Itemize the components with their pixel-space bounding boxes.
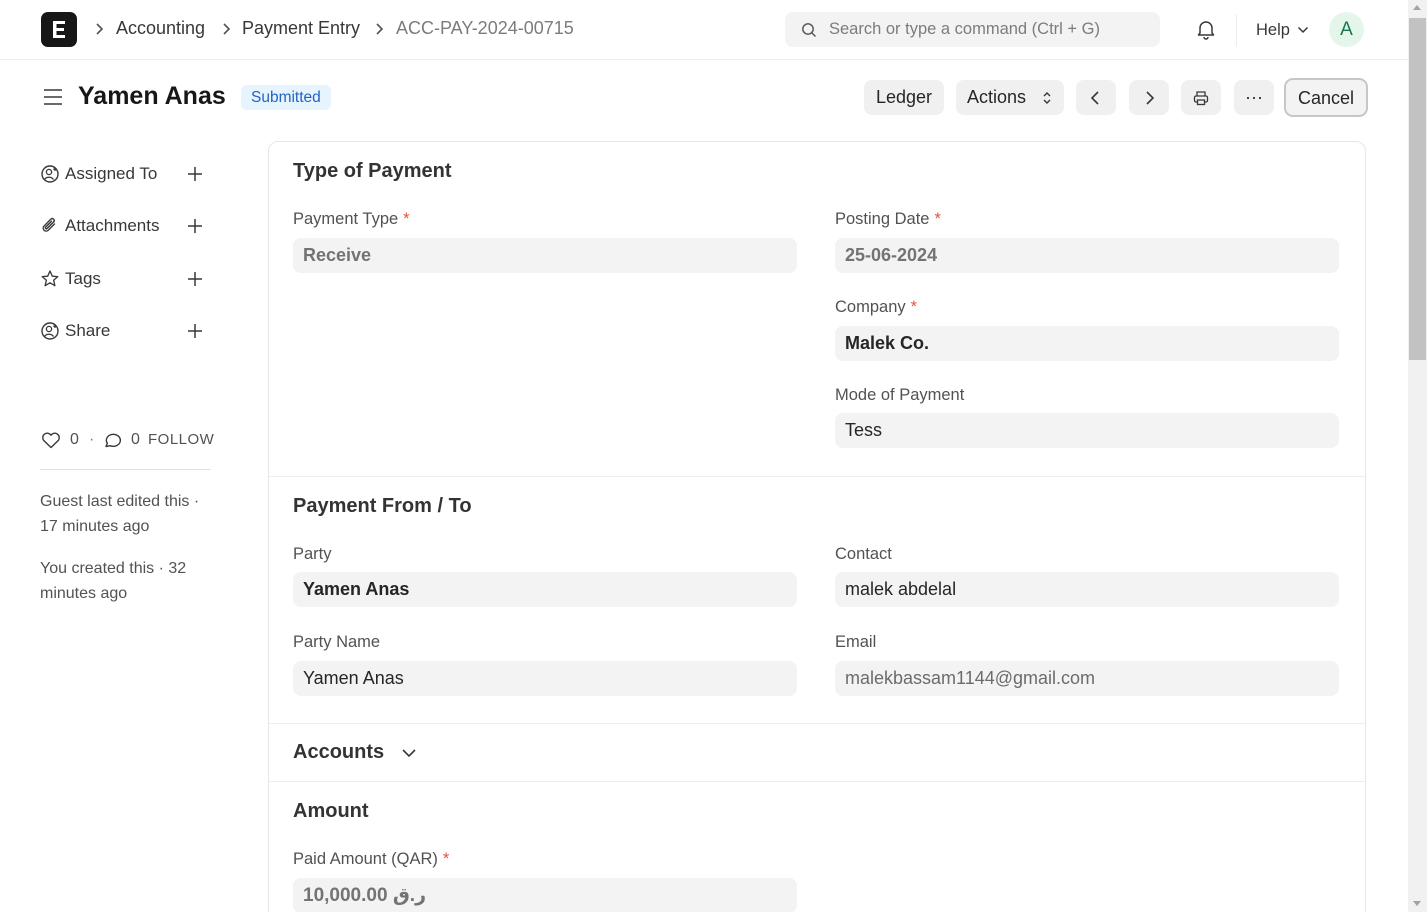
navbar: Accounting Payment Entry ACC-PAY-2024-00… [0, 0, 1408, 60]
scroll-up-arrow-icon[interactable] [1413, 5, 1421, 10]
actions-button-label: Actions [967, 87, 1027, 107]
sidebar-share[interactable]: Share [40, 319, 190, 343]
notification-bell-icon[interactable] [1195, 18, 1217, 40]
breadcrumb-accounting[interactable]: Accounting [116, 18, 205, 39]
party-label: Party [293, 545, 332, 563]
field-label-text: Paid Amount (QAR) [293, 850, 438, 868]
ledger-button[interactable]: Ledger [864, 80, 944, 115]
page-title: Yamen Anas [78, 82, 226, 110]
mode-of-payment-label: Mode of Payment [835, 386, 965, 404]
add-share-plus-icon[interactable] [186, 322, 204, 340]
star-icon [41, 270, 59, 287]
contact-field[interactable]: malek abdelal [835, 572, 1339, 607]
navbar-divider [1236, 14, 1237, 46]
user-avatar[interactable]: A [1329, 12, 1364, 47]
print-button[interactable] [1181, 80, 1221, 115]
posting-date-label: Posting Date * [835, 210, 941, 229]
search-icon [802, 23, 816, 37]
sidebar-toggle-icon[interactable] [42, 87, 64, 107]
breadcrumb-document-id[interactable]: ACC-PAY-2024-00715 [396, 18, 574, 39]
chevron-left-icon [1090, 91, 1099, 105]
section-title-accounts[interactable]: Accounts [293, 741, 384, 764]
section-title-amount: Amount [293, 800, 369, 822]
section-title-payment-from-to: Payment From / To [293, 495, 472, 517]
sidebar-item-label: Assigned To [65, 164, 158, 183]
heart-icon[interactable] [40, 430, 62, 450]
share-user-icon [41, 322, 59, 340]
scrollbar-thumb[interactable] [1409, 18, 1426, 360]
party-field[interactable]: Yamen Anas [293, 572, 797, 607]
likes-count: 0 [70, 431, 79, 448]
posting-date-field[interactable]: 25-06-2024 [835, 238, 1339, 273]
section-divider [269, 723, 1365, 724]
paperclip-icon [42, 217, 56, 232]
chevron-right-icon [376, 23, 384, 35]
add-assignee-plus-icon[interactable] [186, 165, 204, 183]
sidebar-assigned-to[interactable]: Assigned To [40, 162, 190, 186]
party-name-label: Party Name [293, 633, 381, 651]
comment-icon [105, 433, 122, 448]
add-attachment-plus-icon[interactable] [186, 217, 204, 235]
sidebar-divider [40, 469, 211, 470]
add-tag-plus-icon[interactable] [186, 270, 204, 288]
scroll-down-arrow-icon[interactable] [1413, 901, 1421, 906]
paid-amount-field[interactable]: 10,000.00 ر.ق [293, 878, 797, 912]
required-asterisk: * [934, 210, 941, 228]
select-arrows-icon [1043, 92, 1051, 104]
email-field[interactable]: malekbassam1144@gmail.com [835, 661, 1339, 696]
last-edited-note: Guest last edited this · 17 minutes ago [40, 493, 200, 535]
sidebar-item-label: Share [65, 321, 111, 340]
chevron-right-icon [1146, 91, 1155, 105]
stats-separator: · [89, 431, 95, 448]
field-label-text: Posting Date [835, 210, 930, 228]
breadcrumb-payment-entry[interactable]: Payment Entry [242, 18, 360, 39]
next-document-button[interactable] [1129, 80, 1169, 115]
printer-icon [1193, 91, 1209, 106]
assign-user-icon [41, 165, 59, 183]
chevron-right-icon [96, 23, 104, 35]
sidebar-attachments[interactable]: Attachments [40, 214, 190, 238]
sidebar-item-label: Tags [65, 269, 101, 288]
required-asterisk: * [403, 210, 410, 228]
section-divider [269, 781, 1365, 782]
company-field[interactable]: Malek Co. [835, 326, 1339, 361]
required-asterisk: * [442, 850, 450, 868]
sidebar-tags[interactable]: Tags [40, 267, 190, 291]
previous-document-button[interactable] [1076, 80, 1116, 115]
app-logo[interactable] [41, 12, 77, 47]
cancel-button[interactable]: Cancel [1284, 78, 1368, 117]
party-name-field[interactable]: Yamen Anas [293, 661, 797, 696]
field-label-text: Payment Type [293, 210, 399, 228]
payment-type-label: Payment Type * [293, 210, 410, 229]
payment-type-field[interactable]: Receive [293, 238, 797, 273]
follow-button[interactable]: FOLLOW [148, 431, 214, 448]
field-label-text: Company [835, 298, 906, 316]
contact-label: Contact [835, 545, 892, 563]
email-label: Email [835, 633, 877, 651]
search-bar[interactable] [785, 12, 1160, 47]
help-menu[interactable]: Help [1256, 21, 1290, 40]
mode-of-payment-field[interactable]: Tess [835, 413, 1339, 448]
more-options-button[interactable]: ··· [1234, 80, 1274, 115]
section-divider [269, 476, 1365, 477]
comments-count: 0 [131, 431, 140, 448]
chevron-down-icon[interactable] [1297, 26, 1309, 34]
required-asterisk: * [910, 298, 918, 316]
created-note: You created this · 32 minutes ago [40, 560, 187, 602]
chevron-down-icon[interactable] [400, 746, 418, 760]
paid-amount-label: Paid Amount (QAR) * [293, 850, 449, 869]
company-label: Company * [835, 298, 917, 317]
chevron-right-icon [223, 23, 231, 35]
actions-button[interactable]: Actions [956, 80, 1064, 115]
search-input[interactable] [829, 12, 1149, 47]
section-title-type-of-payment: Type of Payment [293, 160, 452, 182]
sidebar-item-label: Attachments [65, 216, 160, 235]
status-badge: Submitted [241, 85, 331, 110]
